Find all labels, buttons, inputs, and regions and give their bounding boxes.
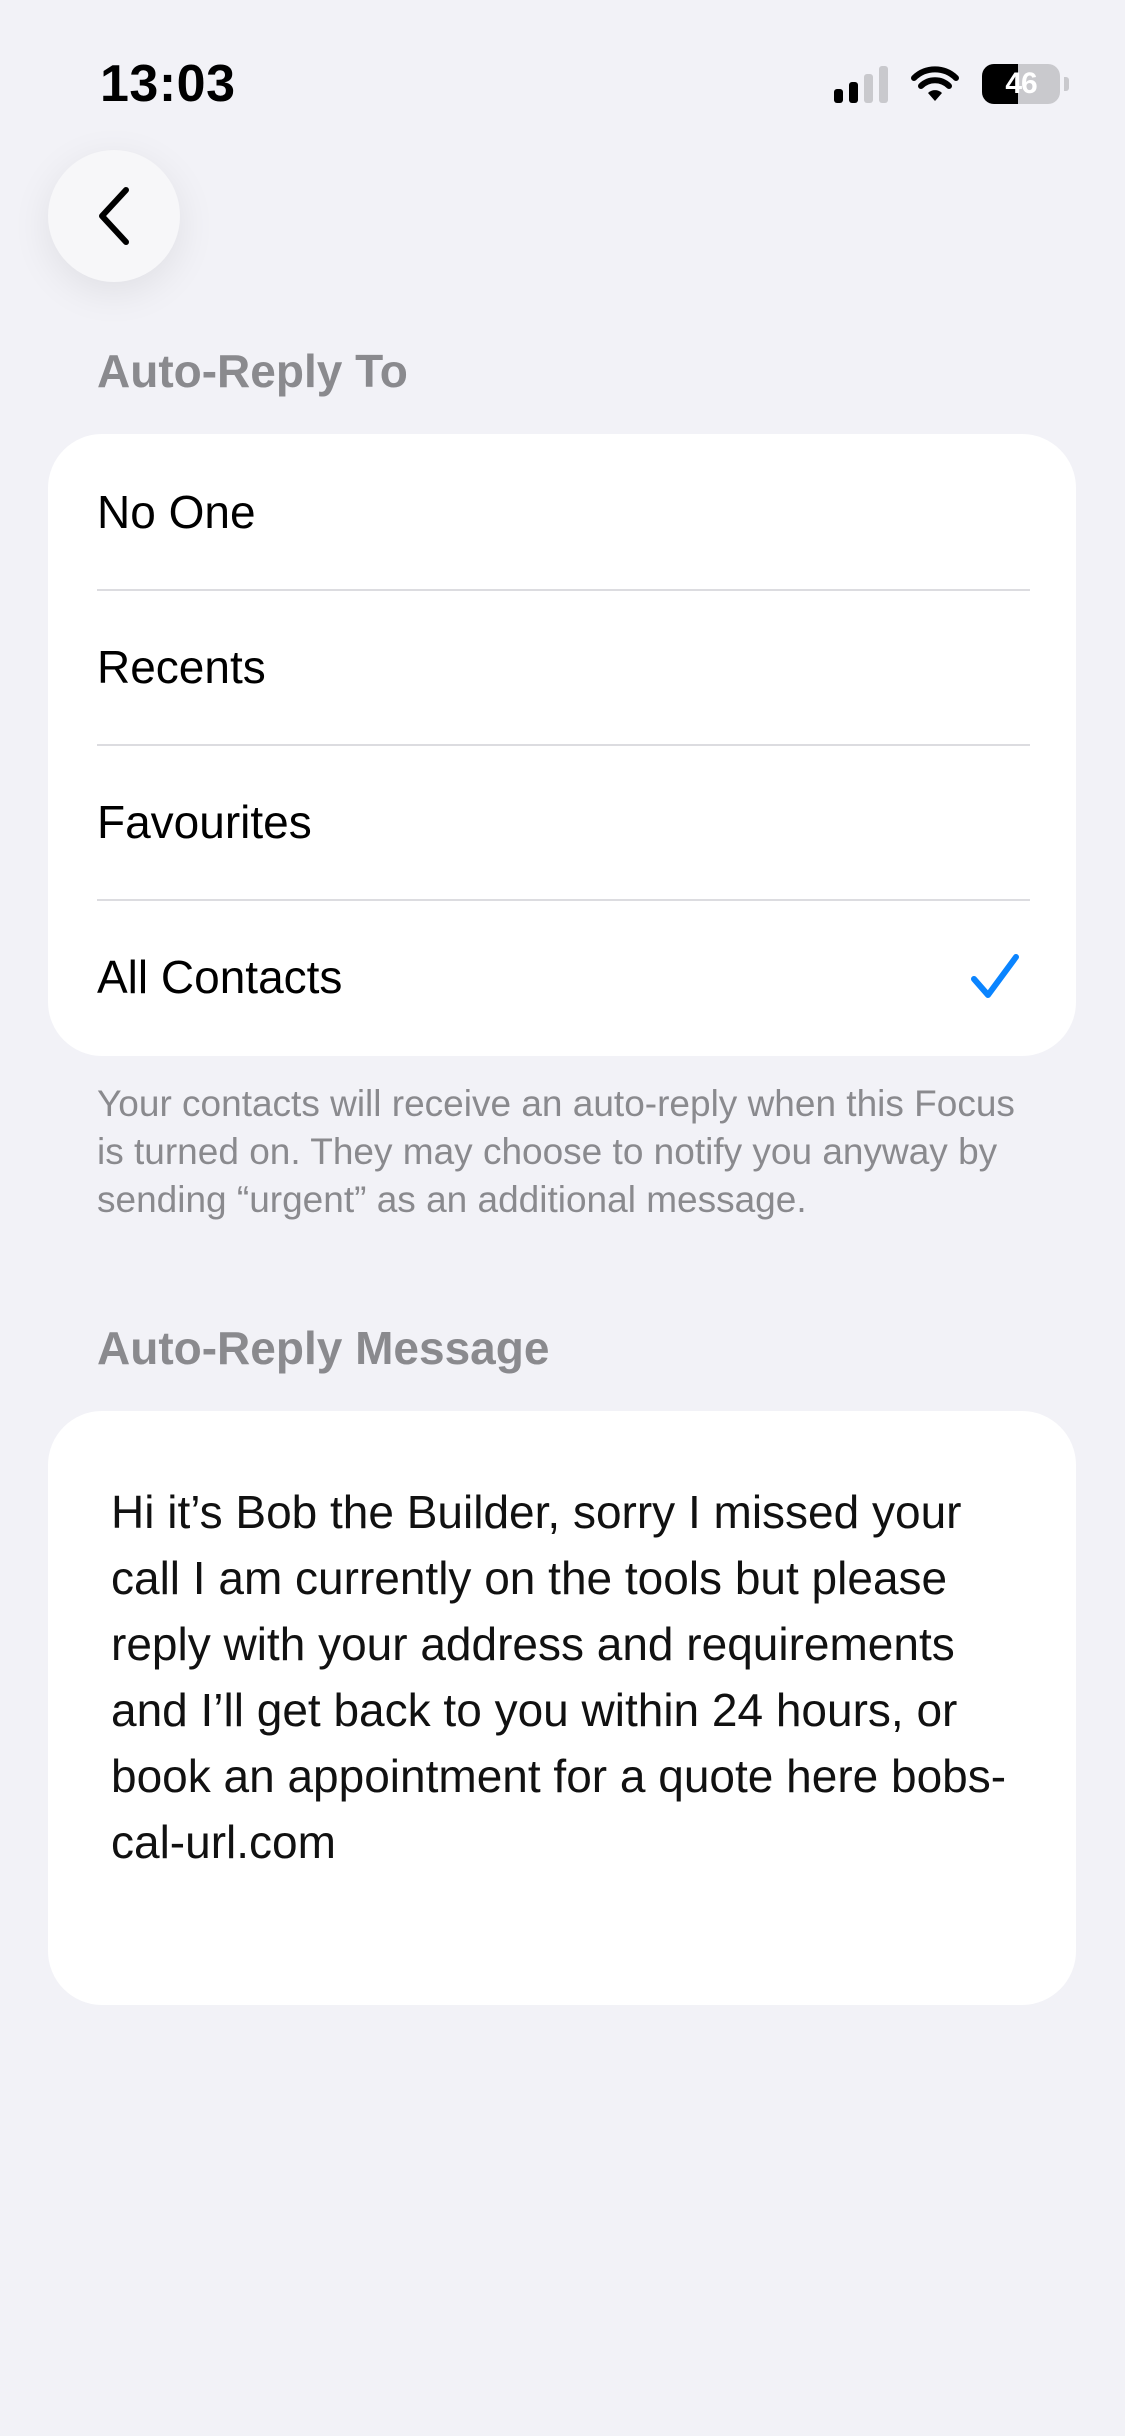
auto-reply-to-options: No One Recents Favourites All Contacts [48, 434, 1076, 1056]
status-bar: 13:03 46 [0, 0, 1125, 150]
battery-level: 46 [1005, 67, 1037, 100]
auto-reply-message-field[interactable]: Hi it’s Bob the Builder, sorry I missed … [48, 1411, 1076, 2005]
option-label: Recents [97, 640, 266, 693]
cellular-signal-icon [834, 65, 888, 103]
auto-reply-message-text[interactable]: Hi it’s Bob the Builder, sorry I missed … [111, 1479, 1016, 1875]
option-label: Favourites [97, 795, 312, 848]
status-indicators: 46 [834, 64, 1069, 104]
battery-cap [1064, 77, 1069, 91]
auto-reply-to-footer: Your contacts will receive an auto-reply… [97, 1083, 1015, 1220]
checkmark-icon [971, 953, 1019, 998]
option-no-one[interactable]: No One [48, 434, 1076, 589]
option-recents[interactable]: Recents [48, 589, 1076, 744]
option-all-contacts[interactable]: All Contacts [48, 899, 1076, 1054]
status-time: 13:03 [100, 55, 236, 113]
option-label: All Contacts [97, 950, 343, 1003]
wifi-icon [911, 66, 959, 101]
auto-reply-to-header: Auto-Reply To [97, 345, 408, 397]
option-favourites[interactable]: Favourites [48, 744, 1076, 899]
chevron-left-icon [99, 187, 129, 245]
back-button[interactable] [48, 150, 180, 282]
option-label: No One [97, 485, 256, 538]
auto-reply-message-header: Auto-Reply Message [97, 1322, 550, 1374]
battery-icon: 46 [982, 64, 1060, 104]
